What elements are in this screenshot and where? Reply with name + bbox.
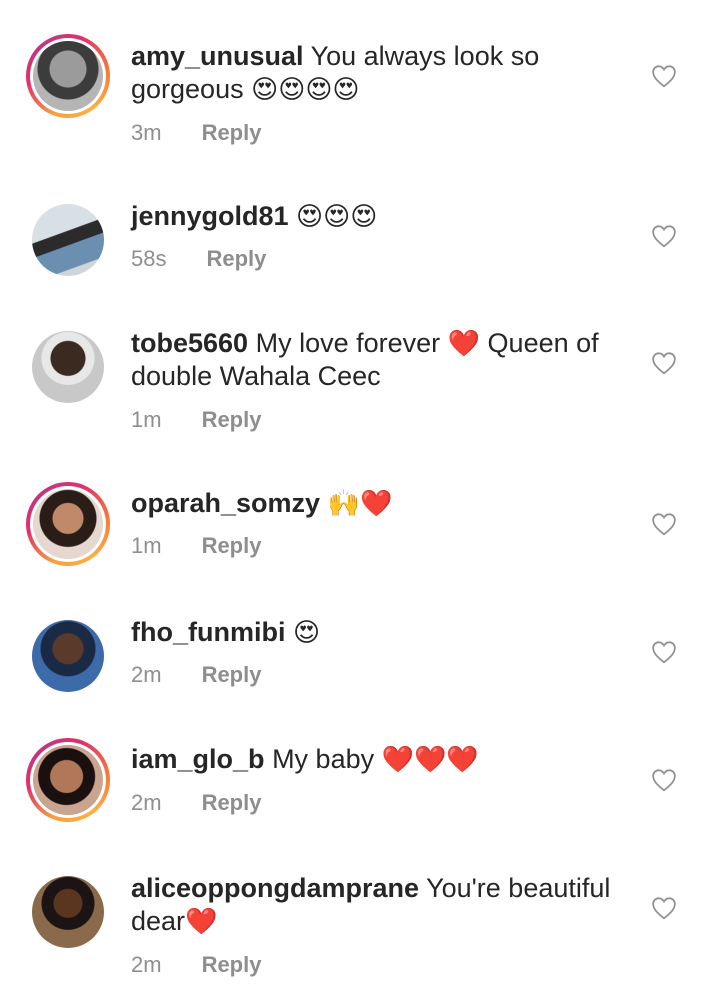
comment-emoji: 😍😍😍😍 <box>251 74 360 104</box>
avatar <box>33 41 103 111</box>
avatar <box>32 331 104 403</box>
reply-button[interactable]: Reply <box>202 952 262 978</box>
reply-button[interactable]: Reply <box>202 790 262 816</box>
comment-text: iam_glo_b My baby ❤️❤️❤️ <box>131 743 631 776</box>
heart-icon[interactable] <box>651 896 677 920</box>
comment-meta: 3m Reply <box>131 120 261 146</box>
comment-body: My baby <box>272 744 375 774</box>
comment-time: 2m <box>131 790 162 815</box>
avatar-wrap[interactable] <box>26 614 110 698</box>
reply-button[interactable]: Reply <box>202 120 262 146</box>
comment-text: fho_funmibi 😍 <box>131 616 631 649</box>
comment-time: 2m <box>131 662 162 687</box>
comment-meta: 2m Reply <box>131 952 261 978</box>
comment-username[interactable]: jennygold81 <box>131 201 289 231</box>
comment-text: amy_unusual You always look so gorgeous … <box>131 40 631 106</box>
reply-button[interactable]: Reply <box>202 407 262 433</box>
comment-username[interactable]: tobe5660 <box>131 328 248 358</box>
comment-meta: 1m Reply <box>131 533 261 559</box>
comment-time: 3m <box>131 120 162 145</box>
comment-meta: 2m Reply <box>131 790 261 816</box>
comment-username[interactable]: fho_funmibi <box>131 617 285 647</box>
comment-emoji: ❤️ <box>447 328 481 358</box>
comment-emoji: 😍 <box>293 617 321 647</box>
comment-emoji: ❤️❤️❤️ <box>381 744 479 774</box>
comment-emoji: ❤️ <box>185 906 218 936</box>
comment-text: oparah_somzy 🙌❤️ <box>131 487 631 520</box>
avatar <box>32 620 104 692</box>
comment-emoji: 🙌❤️ <box>327 488 393 518</box>
comment-username[interactable]: amy_unusual <box>131 41 304 71</box>
heart-icon[interactable] <box>651 351 677 375</box>
avatar <box>32 876 104 948</box>
comment-meta: 1m Reply <box>131 407 261 433</box>
avatar <box>32 204 104 276</box>
comment-text: jennygold81 😍😍😍 <box>131 200 631 233</box>
reply-button[interactable]: Reply <box>202 662 262 688</box>
comment-time: 1m <box>131 533 162 558</box>
avatar-story-ring[interactable] <box>26 34 110 118</box>
heart-icon[interactable] <box>651 64 677 88</box>
avatar <box>33 745 103 815</box>
reply-button[interactable]: Reply <box>206 246 266 272</box>
heart-icon[interactable] <box>651 224 677 248</box>
avatar-wrap[interactable] <box>26 870 110 954</box>
comment-username[interactable]: aliceoppongdamprane <box>131 873 419 903</box>
heart-icon[interactable] <box>651 640 677 664</box>
reply-button[interactable]: Reply <box>202 533 262 559</box>
avatar-story-ring[interactable] <box>26 738 110 822</box>
comment-time: 58s <box>131 246 167 271</box>
heart-icon[interactable] <box>651 768 677 792</box>
heart-icon[interactable] <box>651 512 677 536</box>
comment-text: tobe5660 My love forever ❤️ Queen of dou… <box>131 327 631 393</box>
avatar-wrap[interactable] <box>26 198 110 282</box>
comment-meta: 58s Reply <box>131 246 266 272</box>
comment-username[interactable]: iam_glo_b <box>131 744 265 774</box>
comment-username[interactable]: oparah_somzy <box>131 488 320 518</box>
comment-body: My love forever <box>255 328 441 358</box>
comment-text: aliceoppongdamprane You're beautiful dea… <box>131 872 631 938</box>
comment-time: 1m <box>131 407 162 432</box>
avatar-story-ring[interactable] <box>26 482 110 566</box>
comment-emoji: 😍😍😍 <box>296 201 378 231</box>
comment-meta: 2m Reply <box>131 662 261 688</box>
avatar-wrap[interactable] <box>26 325 110 409</box>
comment-time: 2m <box>131 952 162 977</box>
avatar <box>33 489 103 559</box>
